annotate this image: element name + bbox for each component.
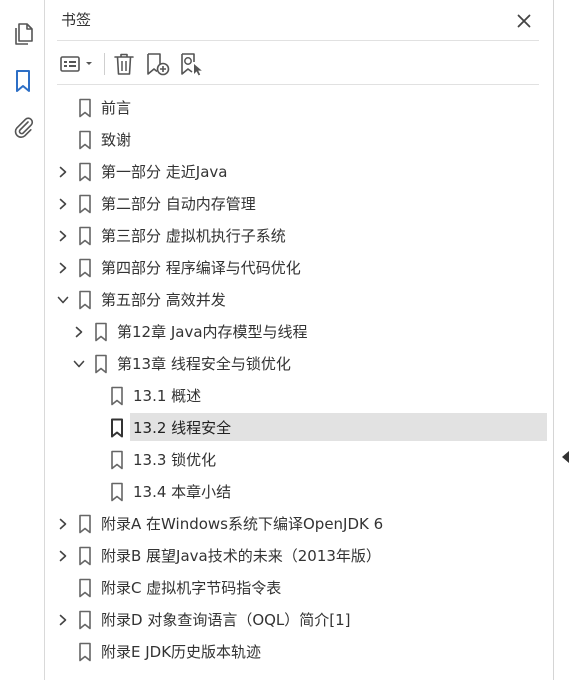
bookmark-item[interactable]: 13.2 线程安全: [45, 412, 553, 444]
chevron-right-icon[interactable]: [56, 260, 70, 276]
navigation-rail: [0, 0, 45, 680]
bookmark-item[interactable]: 前言: [45, 92, 553, 124]
bookmark-item[interactable]: 第12章 Java内存模型与线程: [45, 316, 553, 348]
bookmark-label: 附录A 在Windows系统下编译OpenJDK 6: [101, 515, 384, 533]
bookmark-icon: [110, 386, 124, 406]
bookmark-item[interactable]: 附录C 虚拟机字节码指令表: [45, 572, 553, 604]
find-current-bookmark-button[interactable]: [178, 49, 206, 79]
bookmark-label: 附录E JDK历史版本轨迹: [101, 643, 262, 661]
bookmarks-panel-button[interactable]: [8, 66, 38, 96]
delete-bookmark-button[interactable]: [111, 49, 137, 79]
bookmark-item[interactable]: 13.4 本章小结: [45, 476, 553, 508]
bookmark-icon: [78, 642, 92, 662]
bookmark-icon: [78, 226, 92, 246]
bookmark-label: 附录C 虚拟机字节码指令表: [101, 579, 282, 597]
bookmark-icon: [94, 322, 108, 342]
bookmark-label: 附录B 展望Java技术的未来（2013年版）: [101, 547, 381, 565]
bookmark-icon: [78, 546, 92, 566]
bookmark-item[interactable]: 第一部分 走近Java: [45, 156, 553, 188]
bookmark-label: 13.2 线程安全: [133, 419, 232, 437]
header-divider: [57, 40, 539, 41]
options-menu-icon: [60, 56, 92, 72]
bookmark-label: 第12章 Java内存模型与线程: [117, 323, 308, 341]
bookmark-label: 致谢: [101, 131, 132, 149]
add-bookmark-icon: [147, 53, 170, 76]
bookmark-icon: [78, 162, 92, 182]
bookmark-label: 第一部分 走近Java: [101, 163, 228, 181]
bookmark-label: 13.1 概述: [133, 387, 202, 405]
triangle-left-icon: [562, 451, 569, 463]
bookmark-item[interactable]: 附录D 对象查询语言（OQL）简介[1]: [45, 604, 553, 636]
bookmark-label: 13.3 锁优化: [133, 451, 217, 469]
bookmarks-toolbar: [45, 44, 553, 84]
chevron-right-icon[interactable]: [56, 164, 70, 180]
toolbar-divider: [57, 84, 539, 85]
toolbar-separator: [104, 53, 105, 75]
chevron-right-icon[interactable]: [72, 324, 86, 340]
options-menu-button[interactable]: [59, 49, 97, 79]
bookmark-icon: [110, 482, 124, 502]
bookmark-item[interactable]: 附录B 展望Java技术的未来（2013年版）: [45, 540, 553, 572]
bookmark-icon: [16, 70, 30, 92]
attachments-button[interactable]: [8, 112, 38, 142]
panel-splitter[interactable]: [553, 0, 577, 680]
bookmark-icon: [78, 98, 92, 118]
bookmark-item[interactable]: 第二部分 自动内存管理: [45, 188, 553, 220]
find-bookmark-icon: [181, 53, 202, 76]
bookmark-item[interactable]: 13.1 概述: [45, 380, 553, 412]
bookmark-label: 前言: [101, 99, 132, 117]
bookmark-icon: [110, 418, 124, 438]
bookmark-icon: [78, 514, 92, 534]
bookmark-icon: [78, 258, 92, 278]
close-icon: [517, 14, 531, 28]
bookmark-label: 第二部分 自动内存管理: [101, 195, 256, 213]
bookmarks-sidebar-window: 书签 前言 致谢 第一部分 走近Java 第二部分 自动内存管理 第三部分 虚拟…: [0, 0, 577, 680]
bookmark-label: 第五部分 高效并发: [101, 291, 226, 309]
page-thumbnails-button[interactable]: [8, 19, 38, 49]
bookmark-icon: [110, 450, 124, 470]
bookmark-item[interactable]: 附录E JDK历史版本轨迹: [45, 636, 553, 668]
panel-header: 书签: [45, 0, 553, 40]
new-bookmark-button[interactable]: [144, 49, 172, 79]
bookmark-icon: [78, 290, 92, 310]
bookmark-item[interactable]: 13.3 锁优化: [45, 444, 553, 476]
pages-icon: [15, 23, 33, 45]
bookmark-item[interactable]: 第13章 线程安全与锁优化: [45, 348, 553, 380]
paperclip-icon: [14, 117, 34, 138]
bookmark-label: 13.4 本章小结: [133, 483, 232, 501]
bookmark-icon: [94, 354, 108, 374]
bookmark-icon: [78, 578, 92, 598]
delete-icon: [114, 53, 134, 75]
bookmark-item[interactable]: 第四部分 程序编译与代码优化: [45, 252, 553, 284]
chevron-right-icon[interactable]: [56, 548, 70, 564]
chevron-right-icon[interactable]: [56, 196, 70, 212]
bookmark-icon: [78, 130, 92, 150]
bookmark-icon: [78, 194, 92, 214]
panel-title: 书签: [61, 11, 92, 29]
bookmark-item[interactable]: 第三部分 虚拟机执行子系统: [45, 220, 553, 252]
bookmark-label: 第三部分 虚拟机执行子系统: [101, 227, 286, 245]
bookmark-item[interactable]: 致谢: [45, 124, 553, 156]
chevron-down-icon[interactable]: [72, 356, 86, 372]
bookmark-label: 第13章 线程安全与锁优化: [117, 355, 291, 373]
bookmarks-panel: 书签 前言 致谢 第一部分 走近Java 第二部分 自动内存管理 第三部分 虚拟…: [45, 0, 553, 680]
bookmark-tree: 前言 致谢 第一部分 走近Java 第二部分 自动内存管理 第三部分 虚拟机执行子系统第…: [45, 92, 553, 668]
bookmark-item[interactable]: 第五部分 高效并发: [45, 284, 553, 316]
bookmark-label: 附录D 对象查询语言（OQL）简介[1]: [101, 611, 351, 629]
bookmark-item[interactable]: 附录A 在Windows系统下编译OpenJDK 6: [45, 508, 553, 540]
chevron-right-icon[interactable]: [56, 516, 70, 532]
chevron-right-icon[interactable]: [56, 228, 70, 244]
close-panel-button[interactable]: [511, 8, 537, 34]
collapse-panel-button[interactable]: [561, 451, 571, 463]
chevron-right-icon[interactable]: [56, 612, 70, 628]
chevron-down-icon[interactable]: [56, 292, 70, 308]
bookmark-label: 第四部分 程序编译与代码优化: [101, 259, 301, 277]
bookmark-icon: [78, 610, 92, 630]
